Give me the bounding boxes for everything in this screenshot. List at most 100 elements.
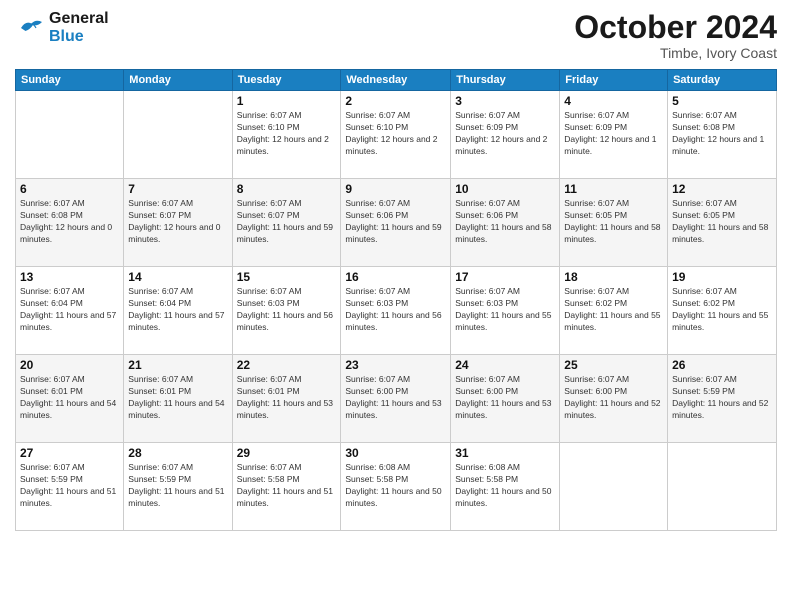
day-info: Sunrise: 6:07 AMSunset: 6:03 PMDaylight:…: [345, 286, 446, 334]
day-cell: 12 Sunrise: 6:07 AMSunset: 6:05 PMDayligh…: [668, 179, 777, 267]
day-info: Sunrise: 6:07 AMSunset: 5:59 PMDaylight:…: [20, 462, 119, 510]
col-header-saturday: Saturday: [668, 70, 777, 91]
day-number: 10: [455, 182, 555, 196]
day-cell: 6 Sunrise: 6:07 AMSunset: 6:08 PMDaylight…: [16, 179, 124, 267]
day-cell: 13 Sunrise: 6:07 AMSunset: 6:04 PMDayligh…: [16, 267, 124, 355]
day-info: Sunrise: 6:07 AMSunset: 6:07 PMDaylight:…: [237, 198, 337, 246]
day-number: 17: [455, 270, 555, 284]
day-number: 3: [455, 94, 555, 108]
day-cell: 5 Sunrise: 6:07 AMSunset: 6:08 PMDaylight…: [668, 91, 777, 179]
day-cell: 7 Sunrise: 6:07 AMSunset: 6:07 PMDaylight…: [124, 179, 232, 267]
day-number: 20: [20, 358, 119, 372]
day-cell: 22 Sunrise: 6:07 AMSunset: 6:01 PMDayligh…: [232, 355, 341, 443]
day-info: Sunrise: 6:07 AMSunset: 6:08 PMDaylight:…: [672, 110, 772, 158]
day-cell: 9 Sunrise: 6:07 AMSunset: 6:06 PMDaylight…: [341, 179, 451, 267]
day-number: 23: [345, 358, 446, 372]
day-number: 30: [345, 446, 446, 460]
day-cell: 1 Sunrise: 6:07 AMSunset: 6:10 PMDaylight…: [232, 91, 341, 179]
day-info: Sunrise: 6:07 AMSunset: 6:09 PMDaylight:…: [455, 110, 555, 158]
day-cell: 31 Sunrise: 6:08 AMSunset: 5:58 PMDayligh…: [451, 443, 560, 531]
day-number: 25: [564, 358, 663, 372]
day-info: Sunrise: 6:07 AMSunset: 6:02 PMDaylight:…: [672, 286, 772, 334]
day-info: Sunrise: 6:07 AMSunset: 6:05 PMDaylight:…: [672, 198, 772, 246]
day-info: Sunrise: 6:07 AMSunset: 6:07 PMDaylight:…: [128, 198, 227, 246]
day-cell: 18Sunrise: 6:07 AMSunset: 6:02 PMDayligh…: [560, 267, 668, 355]
week-row-5: 27 Sunrise: 6:07 AMSunset: 5:59 PMDayligh…: [16, 443, 777, 531]
day-number: 16: [345, 270, 446, 284]
day-info: Sunrise: 6:07 AMSunset: 6:09 PMDaylight:…: [564, 110, 663, 158]
col-header-wednesday: Wednesday: [341, 70, 451, 91]
day-number: 2: [345, 94, 446, 108]
day-number: 27: [20, 446, 119, 460]
day-number: 15: [237, 270, 337, 284]
day-number: 31: [455, 446, 555, 460]
col-header-sunday: Sunday: [16, 70, 124, 91]
day-info: Sunrise: 6:07 AMSunset: 6:04 PMDaylight:…: [128, 286, 227, 334]
logo: General Blue: [15, 10, 109, 45]
day-info: Sunrise: 6:07 AMSunset: 6:10 PMDaylight:…: [345, 110, 446, 158]
day-info: Sunrise: 6:07 AMSunset: 6:01 PMDaylight:…: [20, 374, 119, 422]
title-block: October 2024 Timbe, Ivory Coast: [574, 10, 777, 61]
day-cell: 30Sunrise: 6:08 AMSunset: 5:58 PMDayligh…: [341, 443, 451, 531]
month-title: October 2024: [574, 10, 777, 45]
day-number: 7: [128, 182, 227, 196]
day-info: Sunrise: 6:07 AMSunset: 6:03 PMDaylight:…: [237, 286, 337, 334]
day-info: Sunrise: 6:07 AMSunset: 6:05 PMDaylight:…: [564, 198, 663, 246]
day-number: 9: [345, 182, 446, 196]
day-cell: [124, 91, 232, 179]
col-header-monday: Monday: [124, 70, 232, 91]
day-cell: [560, 443, 668, 531]
logo-line1: General: [49, 10, 109, 28]
day-info: Sunrise: 6:07 AMSunset: 5:59 PMDaylight:…: [128, 462, 227, 510]
day-info: Sunrise: 6:07 AMSunset: 5:59 PMDaylight:…: [672, 374, 772, 422]
day-cell: 2 Sunrise: 6:07 AMSunset: 6:10 PMDaylight…: [341, 91, 451, 179]
week-row-3: 13 Sunrise: 6:07 AMSunset: 6:04 PMDayligh…: [16, 267, 777, 355]
day-cell: 24 Sunrise: 6:07 AMSunset: 6:00 PMDayligh…: [451, 355, 560, 443]
day-number: 4: [564, 94, 663, 108]
day-number: 6: [20, 182, 119, 196]
day-cell: 3 Sunrise: 6:07 AMSunset: 6:09 PMDaylight…: [451, 91, 560, 179]
day-number: 19: [672, 270, 772, 284]
day-number: 18: [564, 270, 663, 284]
calendar: SundayMondayTuesdayWednesdayThursdayFrid…: [15, 69, 777, 531]
day-number: 12: [672, 182, 772, 196]
col-header-friday: Friday: [560, 70, 668, 91]
day-info: Sunrise: 6:07 AMSunset: 6:04 PMDaylight:…: [20, 286, 119, 334]
col-header-tuesday: Tuesday: [232, 70, 341, 91]
day-number: 5: [672, 94, 772, 108]
location-title: Timbe, Ivory Coast: [574, 45, 777, 61]
day-cell: 8Sunrise: 6:07 AMSunset: 6:07 PMDaylight…: [232, 179, 341, 267]
day-number: 13: [20, 270, 119, 284]
day-cell: 17Sunrise: 6:07 AMSunset: 6:03 PMDayligh…: [451, 267, 560, 355]
logo-line2: Blue: [49, 28, 109, 46]
day-info: Sunrise: 6:07 AMSunset: 6:00 PMDaylight:…: [564, 374, 663, 422]
day-number: 1: [237, 94, 337, 108]
day-info: Sunrise: 6:07 AMSunset: 6:08 PMDaylight:…: [20, 198, 119, 246]
day-number: 14: [128, 270, 227, 284]
week-row-2: 6 Sunrise: 6:07 AMSunset: 6:08 PMDaylight…: [16, 179, 777, 267]
day-cell: 28 Sunrise: 6:07 AMSunset: 5:59 PMDayligh…: [124, 443, 232, 531]
day-info: Sunrise: 6:07 AMSunset: 5:58 PMDaylight:…: [237, 462, 337, 510]
week-row-4: 20 Sunrise: 6:07 AMSunset: 6:01 PMDayligh…: [16, 355, 777, 443]
day-info: Sunrise: 6:07 AMSunset: 6:06 PMDaylight:…: [345, 198, 446, 246]
day-info: Sunrise: 6:08 AMSunset: 5:58 PMDaylight:…: [455, 462, 555, 510]
day-number: 21: [128, 358, 227, 372]
day-cell: 25 Sunrise: 6:07 AMSunset: 6:00 PMDayligh…: [560, 355, 668, 443]
day-cell: 23Sunrise: 6:07 AMSunset: 6:00 PMDayligh…: [341, 355, 451, 443]
day-number: 24: [455, 358, 555, 372]
day-cell: [16, 91, 124, 179]
day-cell: 29Sunrise: 6:07 AMSunset: 5:58 PMDayligh…: [232, 443, 341, 531]
day-info: Sunrise: 6:07 AMSunset: 6:01 PMDaylight:…: [237, 374, 337, 422]
day-cell: 10Sunrise: 6:07 AMSunset: 6:06 PMDayligh…: [451, 179, 560, 267]
day-number: 28: [128, 446, 227, 460]
day-cell: 20 Sunrise: 6:07 AMSunset: 6:01 PMDayligh…: [16, 355, 124, 443]
day-info: Sunrise: 6:07 AMSunset: 6:10 PMDaylight:…: [237, 110, 337, 158]
day-number: 22: [237, 358, 337, 372]
day-cell: 4 Sunrise: 6:07 AMSunset: 6:09 PMDaylight…: [560, 91, 668, 179]
day-cell: 14 Sunrise: 6:07 AMSunset: 6:04 PMDayligh…: [124, 267, 232, 355]
day-cell: [668, 443, 777, 531]
day-cell: 19 Sunrise: 6:07 AMSunset: 6:02 PMDayligh…: [668, 267, 777, 355]
day-info: Sunrise: 6:07 AMSunset: 6:00 PMDaylight:…: [455, 374, 555, 422]
col-header-thursday: Thursday: [451, 70, 560, 91]
day-info: Sunrise: 6:07 AMSunset: 6:01 PMDaylight:…: [128, 374, 227, 422]
